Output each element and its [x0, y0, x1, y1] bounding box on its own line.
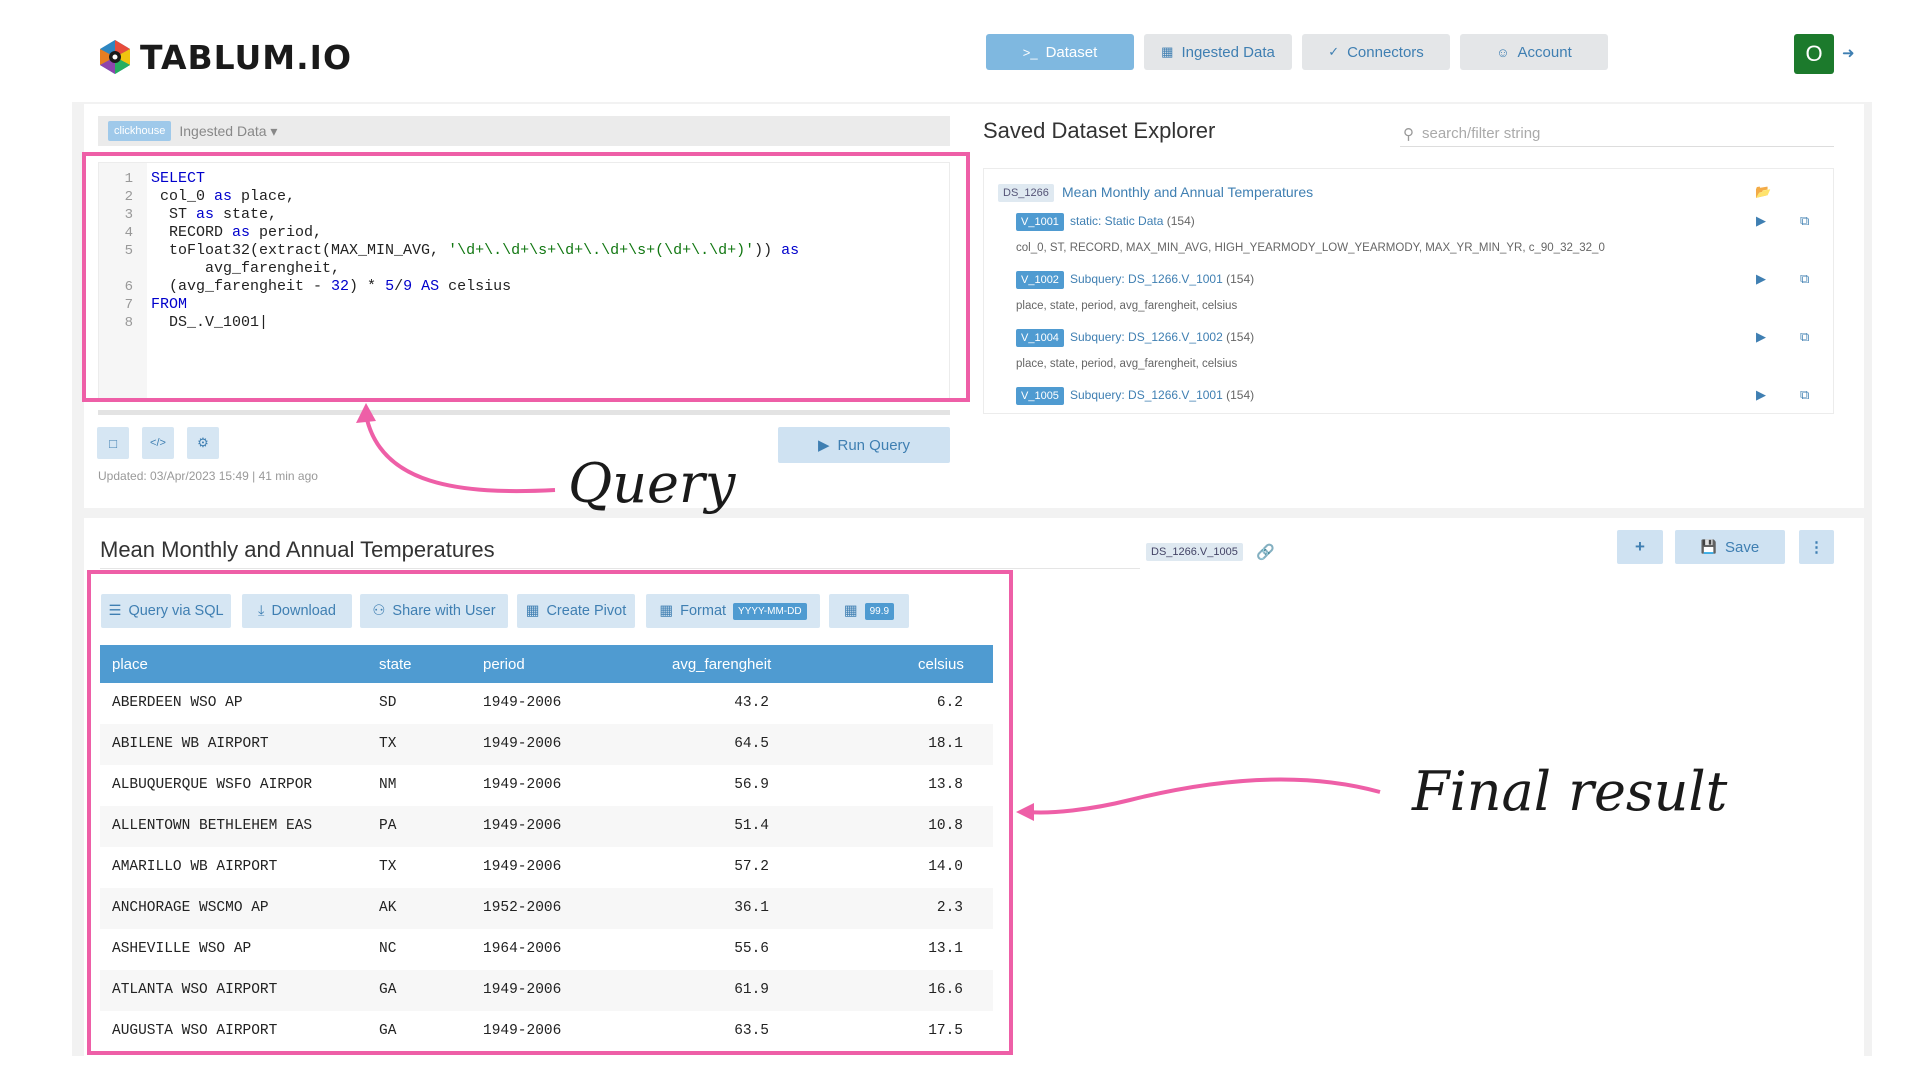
- nav-account[interactable]: ☺ Account: [1460, 34, 1608, 70]
- nav-connectors-label: Connectors: [1347, 43, 1424, 61]
- new-file-button[interactable]: □: [97, 427, 129, 459]
- view-badge: V_1002: [1016, 271, 1064, 289]
- view-columns: place, state, period, avg_farengheit, ce…: [1016, 358, 1238, 370]
- view-label[interactable]: Subquery: DS_1266.V_1002 (154): [1070, 330, 1254, 344]
- gear-icon: ⚙: [197, 435, 209, 450]
- result-title-divider: [100, 568, 1140, 569]
- nav-account-label: Account: [1517, 43, 1572, 61]
- archive-icon: ▦: [1161, 44, 1174, 59]
- plus-icon: +: [1635, 537, 1645, 556]
- query-annotation-arrow: [356, 403, 556, 494]
- logo-text: TABLUM.IO: [140, 37, 352, 77]
- nav-connectors[interactable]: ✓ Connectors: [1302, 34, 1450, 70]
- view-name: Subquery: DS_1266.V_1001: [1070, 388, 1223, 402]
- app-logo[interactable]: TABLUM.IO: [96, 34, 352, 80]
- dataset-badge: DS_1266: [998, 184, 1054, 202]
- dataset-name[interactable]: Mean Monthly and Annual Temperatures: [1062, 184, 1313, 200]
- final-result-annotation-arrow: [1016, 777, 1381, 821]
- view-name: Subquery: DS_1266.V_1001: [1070, 272, 1223, 286]
- terminal-icon: >_: [1022, 44, 1038, 60]
- logout-icon[interactable]: ➜: [1842, 44, 1855, 62]
- view-name: static: Static Data: [1070, 214, 1164, 228]
- play-icon: ▶: [817, 437, 830, 454]
- run-query-label: Run Query: [837, 436, 911, 454]
- view-badge: V_1005: [1016, 387, 1064, 405]
- code-icon: </>: [150, 437, 166, 449]
- nav-dataset-label: Dataset: [1045, 43, 1098, 61]
- view-badge: V_1001: [1016, 213, 1064, 231]
- plug-icon: ✓: [1328, 44, 1340, 59]
- updated-timestamp: Updated: 03/Apr/2023 15:49 | 41 min ago: [98, 469, 318, 483]
- dataset-tree: DS_1266 Mean Monthly and Annual Temperat…: [983, 168, 1834, 414]
- add-button[interactable]: +: [1617, 530, 1663, 564]
- view-columns: col_0, ST, RECORD, MAX_MIN_AVG, HIGH_YEA…: [1016, 242, 1605, 254]
- query-highlight-box: [82, 152, 970, 402]
- nav-ingested-label: Ingested Data: [1181, 43, 1275, 61]
- result-title: Mean Monthly and Annual Temperatures: [100, 537, 495, 562]
- result-highlight-box: [87, 570, 1013, 1055]
- view-count: (154): [1226, 272, 1255, 286]
- play-icon[interactable]: ▶: [1756, 387, 1766, 403]
- view-label[interactable]: static: Static Data (154): [1070, 214, 1195, 228]
- view-label[interactable]: Subquery: DS_1266.V_1001 (154): [1070, 388, 1254, 402]
- play-icon[interactable]: ▶: [1756, 213, 1766, 229]
- save-icon: 💾: [1700, 539, 1717, 554]
- file-icon: □: [109, 435, 117, 451]
- source-label: Ingested Data: [179, 122, 267, 139]
- search-placeholder: search/filter string: [1422, 125, 1541, 142]
- nav-dataset[interactable]: >_ Dataset: [986, 34, 1134, 70]
- source-dropdown[interactable]: Ingested Data ▾: [179, 123, 277, 140]
- user-avatar[interactable]: O: [1794, 34, 1834, 74]
- explorer-title: Saved Dataset Explorer: [983, 118, 1216, 143]
- view-count: (154): [1226, 330, 1255, 344]
- format-code-button[interactable]: </>: [142, 427, 174, 459]
- copy-icon[interactable]: ⧉: [1800, 329, 1809, 345]
- view-label[interactable]: Subquery: DS_1266.V_1001 (154): [1070, 272, 1254, 286]
- copy-icon[interactable]: ⧉: [1800, 271, 1809, 287]
- view-count: (154): [1226, 388, 1255, 402]
- folder-open-icon[interactable]: 📂: [1755, 184, 1771, 200]
- save-label: Save: [1724, 538, 1760, 556]
- user-circle-icon: ☺: [1496, 44, 1510, 60]
- settings-button[interactable]: ⚙: [187, 427, 219, 459]
- editor-source-bar: clickhouse Ingested Data ▾: [98, 116, 950, 146]
- play-icon[interactable]: ▶: [1756, 271, 1766, 287]
- copy-icon[interactable]: ⧉: [1800, 213, 1809, 229]
- dataset-reference-badge: DS_1266.V_1005: [1146, 543, 1243, 561]
- query-annotation: Query: [568, 452, 736, 515]
- copy-icon[interactable]: ⧉: [1800, 387, 1809, 403]
- view-badge: V_1004: [1016, 329, 1064, 347]
- play-icon[interactable]: ▶: [1756, 329, 1766, 345]
- engine-badge: clickhouse: [108, 121, 172, 141]
- logo-icon: [100, 40, 130, 74]
- view-columns: place, state, period, avg_farengheit, ce…: [1016, 300, 1238, 312]
- nav-ingested-data[interactable]: ▦ Ingested Data: [1144, 34, 1292, 70]
- view-name: Subquery: DS_1266.V_1002: [1070, 330, 1223, 344]
- search-icon: ⚲: [1403, 125, 1414, 143]
- run-query-button[interactable]: ▶ Run Query: [778, 427, 950, 463]
- link-icon[interactable]: 🔗: [1256, 543, 1275, 561]
- more-options-button[interactable]: ⋮: [1799, 530, 1834, 564]
- kebab-icon: ⋮: [1809, 539, 1824, 556]
- save-button[interactable]: 💾 Save: [1675, 530, 1785, 564]
- view-count: (154): [1166, 214, 1195, 228]
- final-result-annotation: Final result: [1412, 760, 1728, 823]
- explorer-search[interactable]: ⚲ search/filter string: [1400, 121, 1834, 147]
